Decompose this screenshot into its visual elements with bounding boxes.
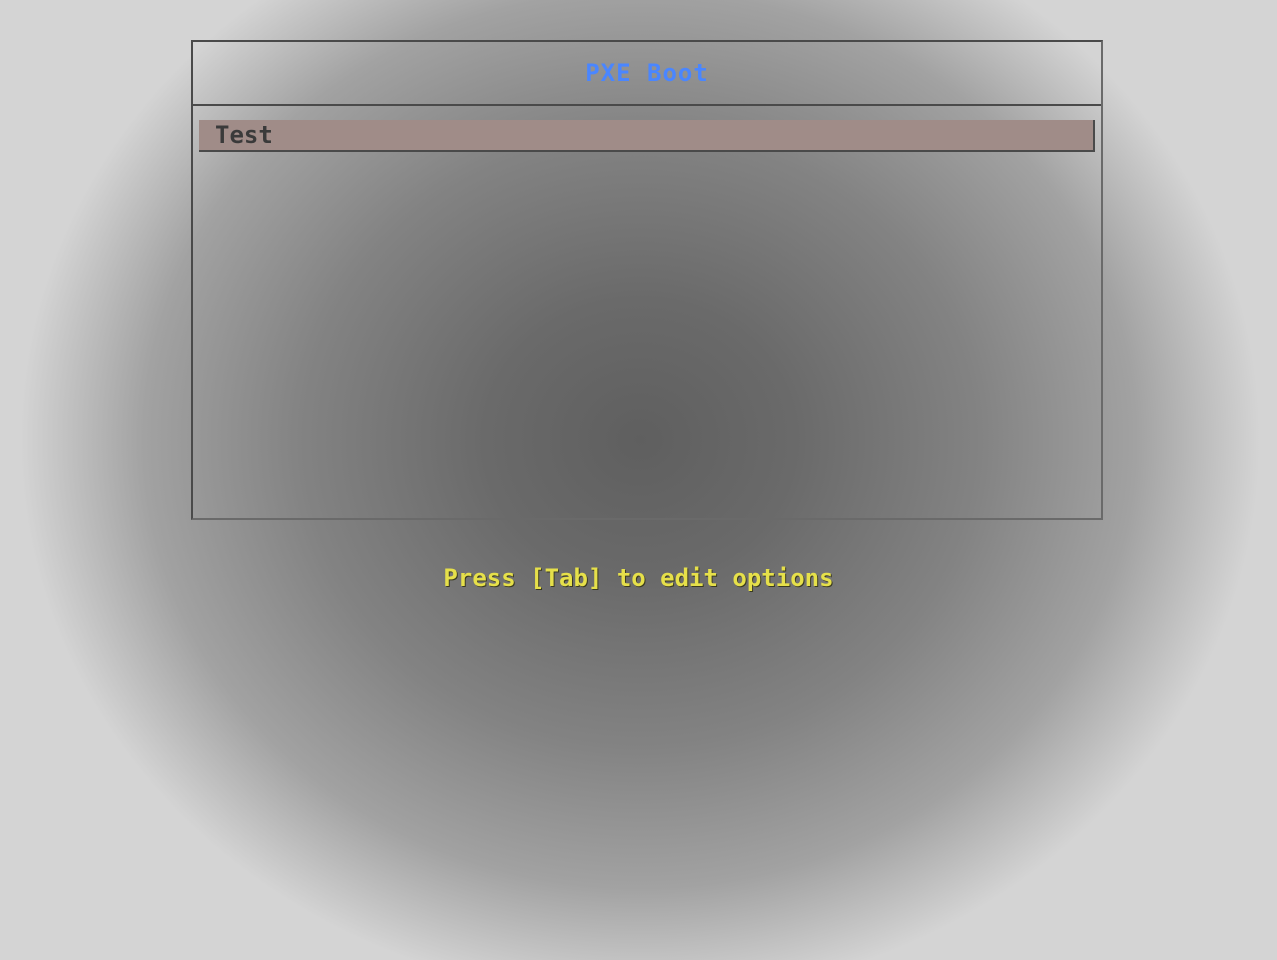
boot-menu-frame: PXE Boot Test [191, 40, 1103, 520]
menu-title: PXE Boot [585, 59, 709, 87]
menu-item-label: Test [215, 121, 273, 149]
edit-options-hint: Press [Tab] to edit options [443, 564, 834, 592]
menu-item-test[interactable]: Test [199, 120, 1095, 152]
boot-menu-list: Test [199, 120, 1095, 152]
menu-title-bar: PXE Boot [193, 42, 1101, 106]
